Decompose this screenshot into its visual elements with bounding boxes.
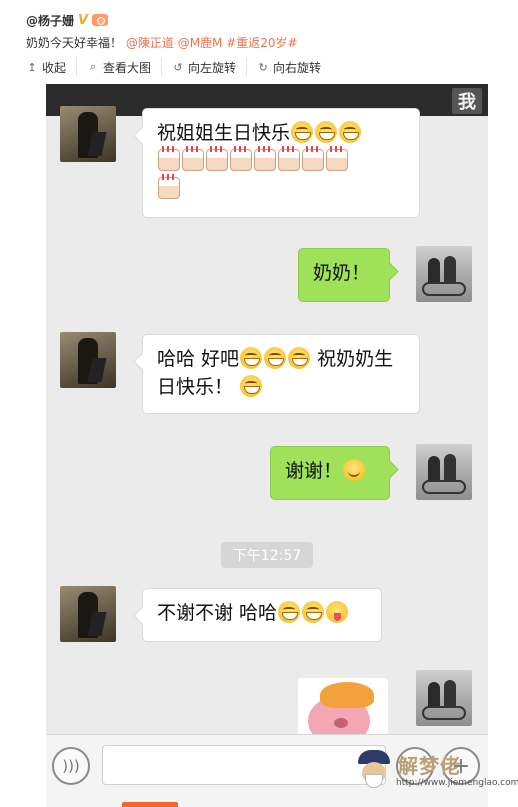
cake-emoji-icon xyxy=(278,146,300,171)
post-text: 奶奶今天好幸福！ @陳正道 @M鹿M #重返20岁# xyxy=(26,34,298,51)
avatar[interactable] xyxy=(416,670,472,726)
message-bubble: 哈哈 好吧 祝奶奶生日快乐！ xyxy=(142,334,420,414)
message-input[interactable] xyxy=(102,745,386,785)
message-text: 哈哈 好吧 xyxy=(157,348,240,370)
member-badge-icon xyxy=(92,14,109,26)
tongue-emoji-icon xyxy=(326,601,349,623)
collapse-icon: ↥ xyxy=(27,60,37,74)
timestamp-badge: 下午12:57 xyxy=(221,542,313,568)
avatar[interactable] xyxy=(60,586,116,642)
cake-emoji-icon xyxy=(302,146,324,171)
rotate-right-button[interactable]: ↻ 向右旋转 xyxy=(257,58,331,76)
message-text: 谢谢！ xyxy=(285,460,343,482)
smile-emoji-icon xyxy=(343,459,366,481)
cake-emoji-icon xyxy=(326,146,348,171)
message-bubble: 祝姐姐生日快乐 xyxy=(142,108,420,218)
cake-emoji-icon xyxy=(254,146,276,171)
grin-emoji-icon xyxy=(291,121,314,143)
chat-screenshot[interactable]: 我 祝姐姐生日快乐 奶奶！ 哈哈 好吧 祝奶奶生日快乐！ 谢谢！ 下午12:57… xyxy=(46,84,488,807)
cake-emoji-icon xyxy=(182,146,204,171)
message-bubble: 谢谢！ xyxy=(270,446,390,500)
grin-emoji-icon xyxy=(264,347,287,369)
mention-link[interactable]: @陳正道 xyxy=(126,36,174,50)
mention-link[interactable]: @M鹿M xyxy=(178,36,223,50)
voice-input-button[interactable]: ))) xyxy=(52,747,90,785)
avatar[interactable] xyxy=(60,332,116,388)
grin-emoji-icon xyxy=(240,375,263,397)
post-username[interactable]: @杨子姗 xyxy=(26,12,74,29)
pig-sticker[interactable] xyxy=(298,678,388,738)
watermark-title: 解梦佬 xyxy=(398,754,461,778)
avatar[interactable] xyxy=(416,246,472,302)
grin-emoji-icon xyxy=(240,347,263,369)
zoom-icon: ⌕ xyxy=(89,60,97,73)
post-text-body: 奶奶今天好幸福！ xyxy=(26,36,123,50)
sound-wave-icon: ))) xyxy=(62,757,80,775)
grin-emoji-icon xyxy=(315,121,338,143)
image-actions: ↥ 收起 ⌕ 查看大图 ↺ 向左旋转 ↻ 向右旋转 xyxy=(26,58,341,76)
collapse-button[interactable]: ↥ 收起 xyxy=(26,58,78,76)
message-text: 祝姐姐生日快乐 xyxy=(157,122,291,144)
view-large-button[interactable]: ⌕ 查看大图 xyxy=(87,58,163,76)
rotate-left-button[interactable]: ↺ 向左旋转 xyxy=(172,58,248,76)
grin-emoji-icon xyxy=(288,347,311,369)
hashtag-link[interactable]: #重返20岁# xyxy=(226,36,297,50)
avatar[interactable] xyxy=(60,106,116,162)
message-text: 不谢不谢 哈哈 xyxy=(157,602,278,624)
watermark: 解梦佬 http://www.jiemenglao.com xyxy=(356,748,518,804)
watermark-url: http://www.jiemenglao.com xyxy=(396,778,518,788)
grin-emoji-icon xyxy=(339,121,362,143)
rotate-right-icon: ↻ xyxy=(258,60,268,74)
wizard-logo-icon xyxy=(356,750,392,788)
grin-emoji-icon xyxy=(278,601,301,623)
cake-emoji-icon xyxy=(206,146,228,171)
cake-emoji-icon xyxy=(158,174,180,199)
rotate-right-label: 向右旋转 xyxy=(273,60,322,75)
post-header: @杨子姗 V xyxy=(26,10,109,30)
view-large-label: 查看大图 xyxy=(103,60,152,75)
profile-icon[interactable]: 我 xyxy=(452,88,482,114)
rotate-left-label: 向左旋转 xyxy=(188,60,237,75)
cake-emoji-icon xyxy=(158,146,180,171)
avatar[interactable] xyxy=(416,444,472,500)
cake-emoji-icon xyxy=(230,146,252,171)
message-bubble: 不谢不谢 哈哈 xyxy=(142,588,382,642)
collapse-label: 收起 xyxy=(42,60,67,75)
rotate-left-icon: ↺ xyxy=(173,60,183,74)
grin-emoji-icon xyxy=(302,601,325,623)
orange-tab-indicator xyxy=(122,802,178,807)
message-text: 奶奶！ xyxy=(313,262,371,284)
verified-icon: V xyxy=(78,12,89,28)
message-bubble: 奶奶！ xyxy=(298,248,390,302)
